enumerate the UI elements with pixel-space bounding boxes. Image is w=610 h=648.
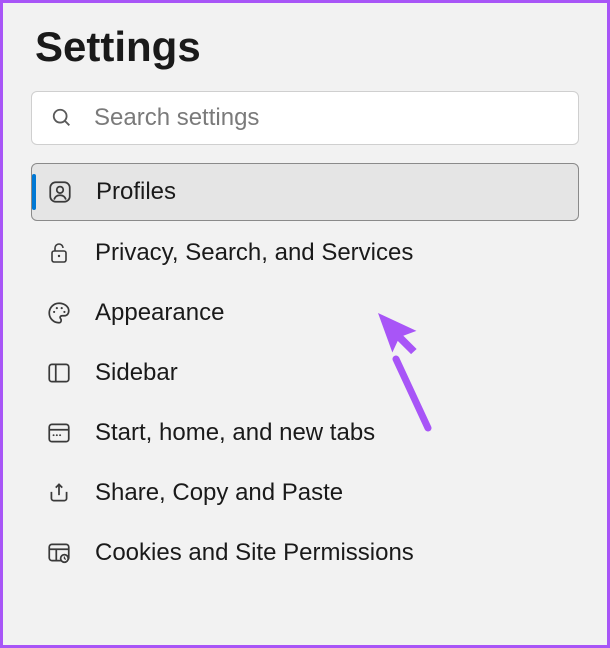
sidebar-item-sidebar[interactable]: Sidebar [31, 345, 579, 401]
sidebar-item-label: Sidebar [95, 359, 178, 387]
profile-icon [46, 178, 74, 206]
sidebar-item-label: Start, home, and new tabs [95, 419, 375, 447]
cookies-icon [45, 539, 73, 567]
sidebar-item-share-copy-paste[interactable]: Share, Copy and Paste [31, 465, 579, 521]
sidebar-item-cookies-permissions[interactable]: Cookies and Site Permissions [31, 525, 579, 581]
sidebar-item-label: Share, Copy and Paste [95, 479, 343, 507]
sidebar-icon [45, 359, 73, 387]
sidebar-item-label: Privacy, Search, and Services [95, 239, 413, 267]
sidebar-item-profiles[interactable]: Profiles [31, 163, 579, 221]
sidebar-item-start-home-tabs[interactable]: Start, home, and new tabs [31, 405, 579, 461]
search-icon [50, 106, 74, 130]
tabs-icon [45, 419, 73, 447]
lock-icon [45, 239, 73, 267]
sidebar-item-label: Cookies and Site Permissions [95, 539, 414, 567]
sidebar-item-label: Appearance [95, 299, 224, 327]
search-box[interactable] [31, 91, 579, 145]
settings-nav-list: Profiles Privacy, Search, and Services A… [31, 163, 579, 581]
page-title: Settings [35, 23, 579, 71]
search-input[interactable] [94, 104, 560, 132]
palette-icon [45, 299, 73, 327]
sidebar-item-label: Profiles [96, 178, 176, 206]
sidebar-item-appearance[interactable]: Appearance [31, 285, 579, 341]
sidebar-item-privacy[interactable]: Privacy, Search, and Services [31, 225, 579, 281]
share-icon [45, 479, 73, 507]
